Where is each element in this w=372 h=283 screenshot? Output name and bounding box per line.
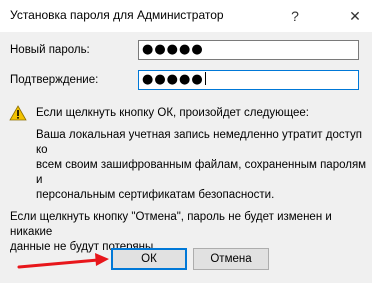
new-password-label: Новый пароль: [10,44,90,56]
cancel-note-line: данные не будут потеряны. [10,241,157,253]
cancel-note-line: Если щелкнуть кнопку "Отмена", пароль не… [10,211,332,238]
close-button[interactable]: ✕ [338,0,372,32]
ok-button[interactable]: ОК [111,248,187,270]
warning-icon [9,105,27,121]
new-password-value: ●●●●● [142,42,204,57]
help-button[interactable]: ? [278,0,312,32]
ok-button-label: ОК [141,253,157,265]
close-icon: ✕ [349,7,361,24]
confirm-password-label: Подтверждение: [10,74,99,86]
confirm-password-value: ●●●●● [142,72,204,87]
warning-body: Ваша локальная учетная запись немедленно… [36,128,372,203]
text-caret [204,72,206,85]
warning-heading: Если щелкнуть кнопку ОК, произойдет след… [36,107,310,119]
cancel-button-label: Отмена [210,253,252,265]
confirm-password-field[interactable]: ●●●●● [138,70,359,90]
warning-body-line: персональным сертификатам безопасности. [36,189,275,201]
cancel-button[interactable]: Отмена [193,248,269,270]
title-bar: Установка пароля для Администратор ? ✕ [0,0,372,32]
dialog-title: Установка пароля для Администратор [10,8,224,22]
help-icon: ? [291,8,299,24]
new-password-field[interactable]: ●●●●● [138,40,359,60]
warning-body-line: Ваша локальная учетная запись немедленно… [36,129,362,156]
warning-body-line: всем своим зашифрованным файлам, сохране… [36,159,367,186]
cancel-note: Если щелкнуть кнопку "Отмена", пароль не… [10,210,372,255]
